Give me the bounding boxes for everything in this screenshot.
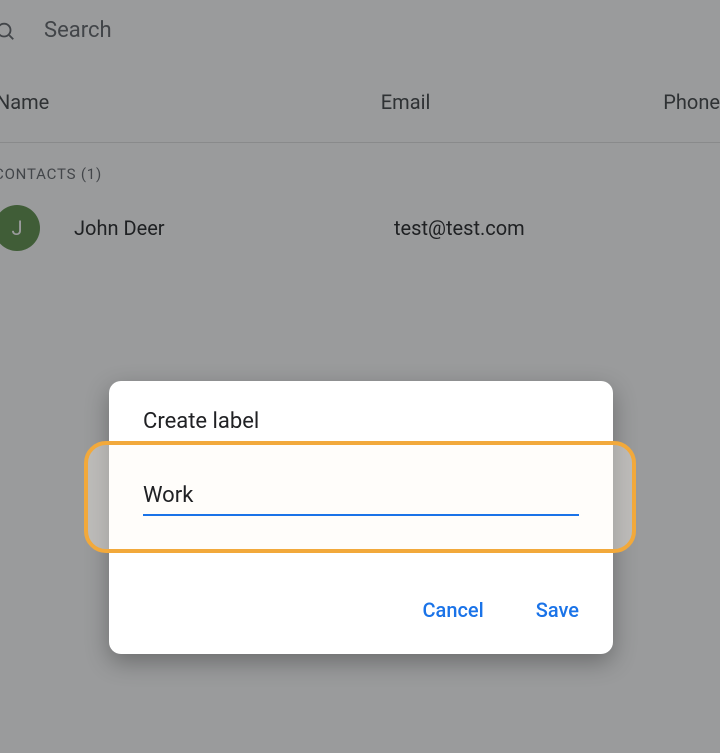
label-input-wrap [143,477,579,516]
label-name-input[interactable] [143,477,579,516]
cancel-button[interactable]: Cancel [421,594,486,626]
create-label-dialog: Create label Cancel Save [109,381,613,654]
save-button[interactable]: Save [534,594,581,626]
dialog-title: Create label [109,381,613,434]
dialog-actions: Cancel Save [421,594,582,626]
